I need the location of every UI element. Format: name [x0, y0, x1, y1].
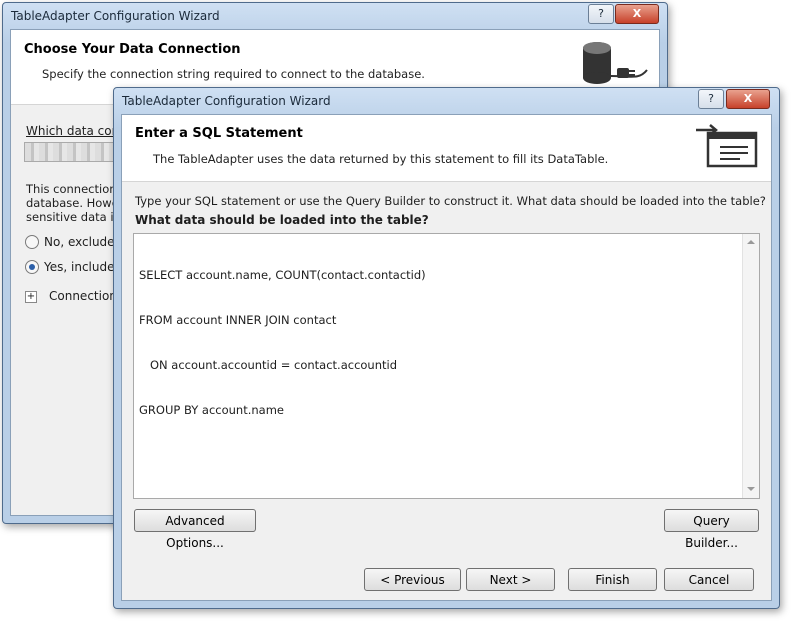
front-header-title: Enter a SQL Statement — [135, 126, 303, 141]
sql-editor-label: What data should be loaded into the tabl… — [135, 213, 429, 227]
sql-line: ON account.accountid = contact.accountid — [139, 358, 398, 372]
front-header-subtitle: The TableAdapter uses the data returned … — [153, 152, 609, 166]
sql-text: SELECT account.name, COUNT(contact.conta… — [139, 238, 426, 448]
sql-line: FROM account INNER JOIN contact — [139, 313, 337, 327]
front-title-bar[interactable]: TableAdapter Configuration Wizard ? X — [114, 88, 779, 114]
back-header-subtitle: Specify the connection string required t… — [42, 67, 425, 81]
radio-include[interactable] — [25, 260, 39, 274]
previous-button[interactable]: < Previous — [364, 568, 461, 591]
expand-connection-button[interactable]: + — [25, 291, 37, 303]
connection-string-label: Connection — [49, 289, 117, 303]
which-connection-label: Which data con — [26, 124, 120, 138]
scroll-down-arrow-icon[interactable] — [747, 487, 755, 491]
description-line: This connection — [26, 182, 117, 196]
back-window-title: TableAdapter Configuration Wizard — [11, 9, 220, 23]
back-help-button[interactable]: ? — [588, 4, 614, 24]
finish-button[interactable]: Finish — [568, 568, 657, 591]
sql-line: SELECT account.name, COUNT(contact.conta… — [139, 268, 426, 282]
description-line: database. Howev — [26, 196, 126, 210]
front-help-button[interactable]: ? — [698, 89, 724, 109]
query-builder-button[interactable]: Query Builder... — [664, 509, 759, 550]
radio-exclude[interactable] — [25, 235, 39, 249]
front-client-area: Enter a SQL Statement The TableAdapter u… — [121, 114, 772, 601]
connection-dropdown[interactable] — [24, 142, 122, 162]
sql-line: GROUP BY account.name — [139, 403, 284, 417]
back-header-title: Choose Your Data Connection — [24, 42, 241, 57]
front-wizard-window: TableAdapter Configuration Wizard ? X En… — [113, 87, 780, 609]
next-button[interactable]: Next > — [466, 568, 555, 591]
database-plug-icon — [583, 42, 648, 84]
sql-editor[interactable]: SELECT account.name, COUNT(contact.conta… — [133, 233, 760, 499]
vertical-scrollbar[interactable] — [742, 234, 759, 498]
front-close-button[interactable]: X — [726, 89, 770, 109]
back-title-bar[interactable]: TableAdapter Configuration Wizard ? X — [3, 3, 667, 29]
advanced-options-button[interactable]: Advanced Options... — [134, 509, 256, 550]
cancel-button[interactable]: Cancel — [664, 568, 754, 591]
sql-statement-icon — [696, 124, 758, 168]
instruction-text: Type your SQL statement or use the Query… — [135, 194, 766, 208]
back-close-button[interactable]: X — [615, 4, 659, 24]
front-window-title: TableAdapter Configuration Wizard — [122, 94, 331, 108]
description-line: sensitive data in — [26, 210, 121, 224]
front-header: Enter a SQL Statement The TableAdapter u… — [122, 115, 771, 182]
scroll-up-arrow-icon[interactable] — [747, 240, 755, 244]
